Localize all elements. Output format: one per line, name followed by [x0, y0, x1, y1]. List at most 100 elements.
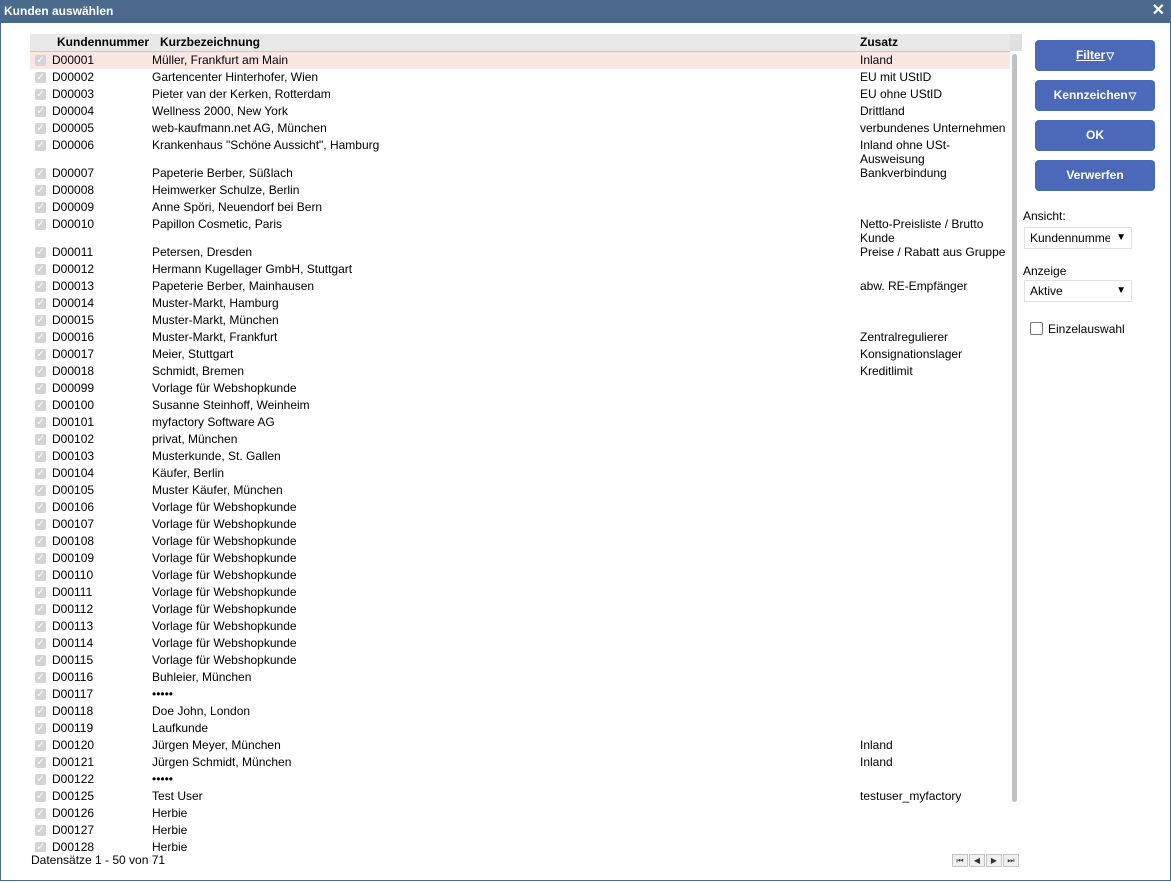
- table-row[interactable]: ✓ D00109 Vorlage für Webshopkunde: [30, 550, 1010, 567]
- first-page-icon[interactable]: ⏮: [952, 854, 968, 867]
- row-checkbox[interactable]: ✓: [35, 185, 46, 196]
- table-row[interactable]: ✓ D00103 Musterkunde, St. Gallen: [30, 448, 1010, 465]
- row-checkbox[interactable]: ✓: [35, 587, 46, 598]
- previous-page-icon[interactable]: ◀: [969, 854, 985, 867]
- row-checkbox[interactable]: ✓: [35, 485, 46, 496]
- row-checkbox[interactable]: ✓: [35, 219, 46, 230]
- row-checkbox[interactable]: ✓: [35, 689, 46, 700]
- row-checkbox[interactable]: ✓: [35, 536, 46, 547]
- row-checkbox[interactable]: ✓: [35, 55, 46, 66]
- display-select[interactable]: Aktive ▼: [1024, 280, 1132, 302]
- ok-button[interactable]: OK: [1035, 120, 1155, 151]
- table-row[interactable]: ✓ D00125 Test User testuser_myfactory: [30, 788, 1010, 805]
- table-row[interactable]: ✓ D00119 Laufkunde: [30, 720, 1010, 737]
- row-checkbox[interactable]: ✓: [35, 655, 46, 666]
- row-checkbox[interactable]: ✓: [35, 706, 46, 717]
- row-checkbox[interactable]: ✓: [35, 519, 46, 530]
- row-checkbox[interactable]: ✓: [35, 825, 46, 836]
- column-header-zusatz[interactable]: Zusatz: [860, 35, 898, 49]
- table-row[interactable]: ✓ D00013 Papeterie Berber, Mainhausen abw. …: [30, 278, 1010, 295]
- row-checkbox[interactable]: ✓: [35, 281, 46, 292]
- table-row[interactable]: ✓ D00102 privat, München: [30, 431, 1010, 448]
- row-checkbox[interactable]: ✓: [35, 168, 46, 179]
- row-checkbox[interactable]: ✓: [35, 264, 46, 275]
- row-checkbox[interactable]: ✓: [35, 672, 46, 683]
- table-row[interactable]: ✓ D00099 Vorlage für Webshopkunde: [30, 380, 1010, 397]
- next-page-icon[interactable]: ▶: [986, 854, 1002, 867]
- row-checkbox[interactable]: ✓: [35, 553, 46, 564]
- row-checkbox[interactable]: ✓: [35, 808, 46, 819]
- table-row[interactable]: ✓ D00014 Muster-Markt, Hamburg: [30, 295, 1010, 312]
- row-checkbox[interactable]: ✓: [35, 400, 46, 411]
- row-checkbox[interactable]: ✓: [35, 570, 46, 581]
- table-row[interactable]: ✓ D00110 Vorlage für Webshopkunde: [30, 567, 1010, 584]
- row-checkbox[interactable]: ✓: [35, 774, 46, 785]
- table-row[interactable]: ✓ D00111 Vorlage für Webshopkunde: [30, 584, 1010, 601]
- table-row[interactable]: ✓ D00010 Papillon Cosmetic, Paris Netto-Pre…: [30, 216, 1010, 245]
- row-checkbox[interactable]: ✓: [35, 791, 46, 802]
- kennzeichen-button[interactable]: Kennzeichen▽: [1035, 80, 1155, 111]
- row-checkbox[interactable]: ✓: [35, 740, 46, 751]
- row-checkbox[interactable]: ✓: [35, 89, 46, 100]
- table-row[interactable]: ✓ D00126 Herbie: [30, 805, 1010, 822]
- vertical-scrollbar[interactable]: [1012, 54, 1017, 802]
- table-row[interactable]: ✓ D00121 Jürgen Schmidt, München Inland: [30, 754, 1010, 771]
- column-header-kundennummer[interactable]: Kundennummer: [57, 35, 149, 49]
- table-row[interactable]: ✓ D00018 Schmidt, Bremen Kreditlimit: [30, 363, 1010, 380]
- row-checkbox[interactable]: ✓: [35, 247, 46, 258]
- row-checkbox[interactable]: ✓: [35, 106, 46, 117]
- table-row[interactable]: ✓ D00006 Krankenhaus "Schöne Aussicht", Ha…: [30, 137, 1010, 166]
- table-row[interactable]: ✓ D00113 Vorlage für Webshopkunde: [30, 618, 1010, 635]
- row-checkbox[interactable]: ✓: [35, 757, 46, 768]
- table-row[interactable]: ✓ D00002 Gartencenter Hinterhofer, Wien EU …: [30, 69, 1010, 86]
- table-row[interactable]: ✓ D00008 Heimwerker Schulze, Berlin: [30, 182, 1010, 199]
- close-icon[interactable]: ✕: [1152, 2, 1165, 20]
- table-row[interactable]: ✓ D00118 Doe John, London: [30, 703, 1010, 720]
- table-row[interactable]: ✓ D00100 Susanne Steinhoff, Weinheim: [30, 397, 1010, 414]
- row-checkbox[interactable]: ✓: [35, 451, 46, 462]
- table-row[interactable]: ✓ D00108 Vorlage für Webshopkunde: [30, 533, 1010, 550]
- table-row[interactable]: ✓ D00107 Vorlage für Webshopkunde: [30, 516, 1010, 533]
- table-row[interactable]: ✓ D00003 Pieter van der Kerken, Rotterdam E…: [30, 86, 1010, 103]
- last-page-icon[interactable]: ⏭: [1003, 854, 1019, 867]
- table-row[interactable]: ✓ D00012 Hermann Kugellager GmbH, Stuttgar…: [30, 261, 1010, 278]
- table-row[interactable]: ✓ D00101 myfactory Software AG: [30, 414, 1010, 431]
- view-select[interactable]: Kundennummer ▼: [1024, 227, 1132, 249]
- row-checkbox[interactable]: ✓: [35, 72, 46, 83]
- filter-button[interactable]: Filter▽: [1035, 40, 1155, 71]
- verwerfen-button[interactable]: Verwerfen: [1035, 160, 1155, 191]
- table-row[interactable]: ✓ D00015 Muster-Markt, München: [30, 312, 1010, 329]
- table-row[interactable]: ✓ D00004 Wellness 2000, New York Drittland: [30, 103, 1010, 120]
- table-row[interactable]: ✓ D00105 Muster Käufer, München: [30, 482, 1010, 499]
- table-row[interactable]: ✓ D00127 Herbie: [30, 822, 1010, 839]
- row-checkbox[interactable]: ✓: [35, 383, 46, 394]
- table-row[interactable]: ✓ D00005 web-kaufmann.net AG, München verbu…: [30, 120, 1010, 137]
- row-checkbox[interactable]: ✓: [35, 604, 46, 615]
- row-checkbox[interactable]: ✓: [35, 417, 46, 428]
- table-row[interactable]: ✓ D00115 Vorlage für Webshopkunde: [30, 652, 1010, 669]
- row-checkbox[interactable]: ✓: [35, 638, 46, 649]
- table-row[interactable]: ✓ D00117 •••••: [30, 686, 1010, 703]
- table-row[interactable]: ✓ D00106 Vorlage für Webshopkunde: [30, 499, 1010, 516]
- row-checkbox[interactable]: ✓: [35, 140, 46, 151]
- table-row[interactable]: ✓ D00007 Papeterie Berber, Süßlach Bankverb…: [30, 165, 1010, 182]
- row-checkbox[interactable]: ✓: [35, 298, 46, 309]
- row-checkbox[interactable]: ✓: [35, 123, 46, 134]
- single-select-checkbox[interactable]: [1030, 322, 1043, 335]
- table-row[interactable]: ✓ D00112 Vorlage für Webshopkunde: [30, 601, 1010, 618]
- table-row[interactable]: ✓ D00001 Müller, Frankfurt am Main Inland: [30, 52, 1010, 69]
- row-checkbox[interactable]: ✓: [35, 842, 46, 852]
- column-header-kurzbezeichnung[interactable]: Kurzbezeichnung: [160, 35, 260, 49]
- row-checkbox[interactable]: ✓: [35, 723, 46, 734]
- row-checkbox[interactable]: ✓: [35, 202, 46, 213]
- row-checkbox[interactable]: ✓: [35, 621, 46, 632]
- row-checkbox[interactable]: ✓: [35, 315, 46, 326]
- row-checkbox[interactable]: ✓: [35, 468, 46, 479]
- table-row[interactable]: ✓ D00011 Petersen, Dresden Preise / Rabatt …: [30, 244, 1010, 261]
- table-row[interactable]: ✓ D00122 •••••: [30, 771, 1010, 788]
- table-row[interactable]: ✓ D00009 Anne Spöri, Neuendorf bei Bern: [30, 199, 1010, 216]
- row-checkbox[interactable]: ✓: [35, 502, 46, 513]
- table-row[interactable]: ✓ D00120 Jürgen Meyer, München Inland: [30, 737, 1010, 754]
- table-row[interactable]: ✓ D00114 Vorlage für Webshopkunde: [30, 635, 1010, 652]
- table-row[interactable]: ✓ D00116 Buhleier, München: [30, 669, 1010, 686]
